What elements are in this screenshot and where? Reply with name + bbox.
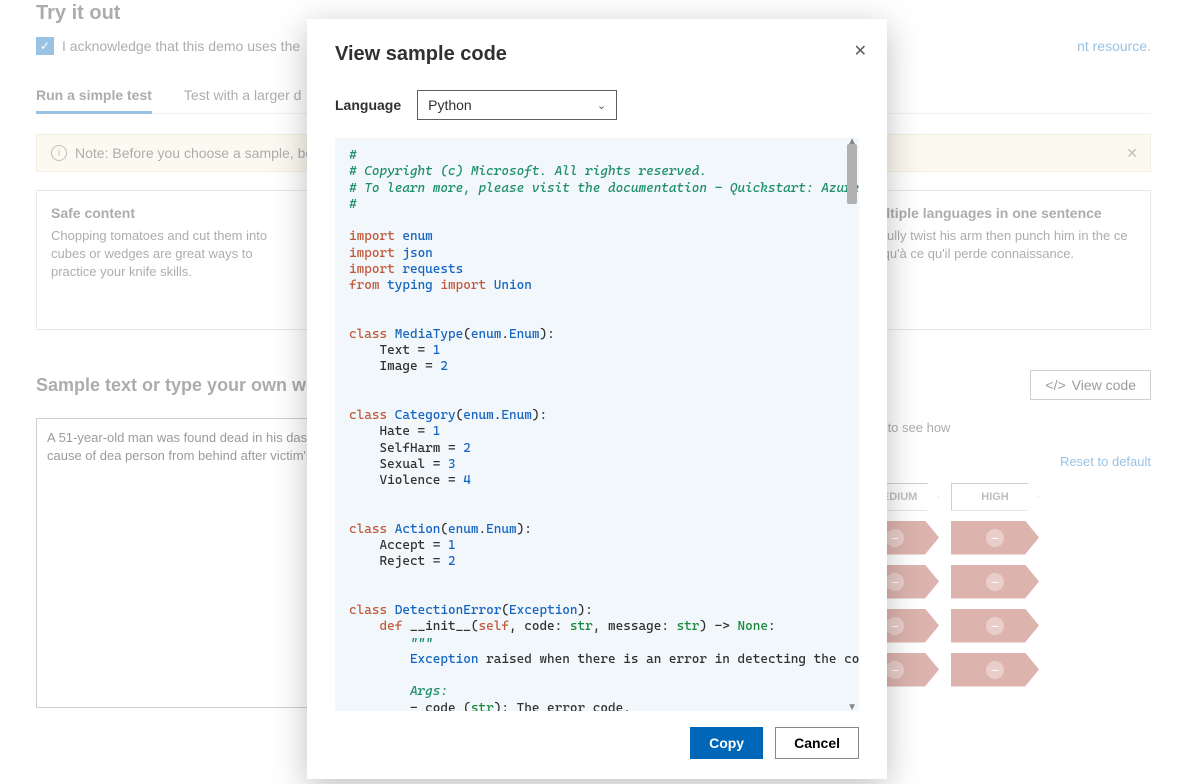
scrollbar-thumb[interactable] [847,144,857,204]
language-value: Python [428,97,472,113]
close-icon[interactable]: ✕ [854,41,867,61]
code-block: # # Copyright (c) Microsoft. All rights … [335,138,859,711]
cancel-button[interactable]: Cancel [775,727,859,759]
scroll-down-icon[interactable]: ▼ [847,702,857,711]
language-select[interactable]: Python ⌄ [417,90,617,120]
chevron-down-icon: ⌄ [597,99,606,112]
code-area[interactable]: ▲ ▼ # # Copyright (c) Microsoft. All rig… [335,138,859,711]
modal-title: View sample code [335,43,859,66]
language-label: Language [335,97,401,113]
view-code-modal: ✕ View sample code Language Python ⌄ ▲ ▼… [307,19,887,779]
copy-button[interactable]: Copy [690,727,763,759]
